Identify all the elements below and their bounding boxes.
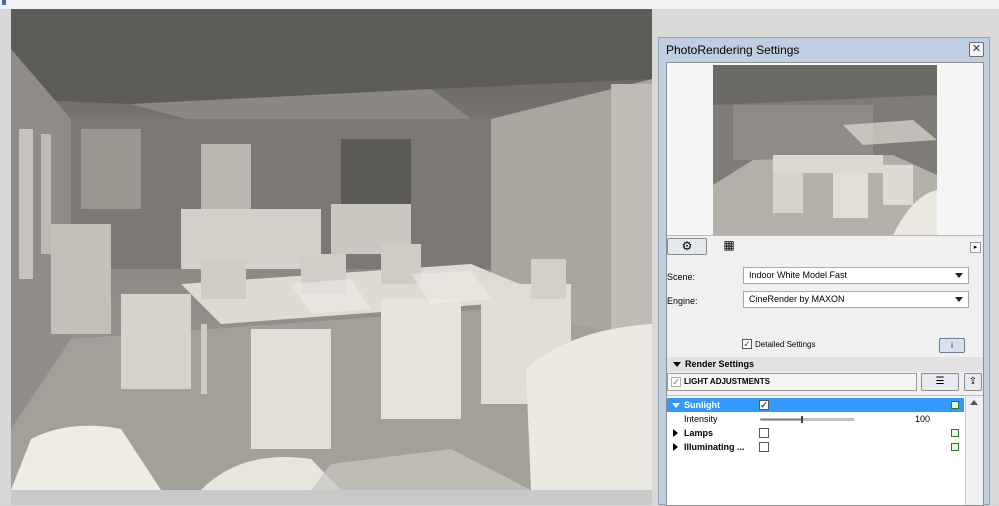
scene-value: Indoor White Model Fast xyxy=(749,270,848,280)
scene-label: Scene: xyxy=(667,272,696,282)
palette-title: PhotoRendering Settings xyxy=(666,43,800,57)
tree-row-lamps[interactable]: Lamps xyxy=(667,426,964,440)
list-view-button[interactable]: ☰ xyxy=(921,373,959,391)
sunlight-label: Sunlight xyxy=(684,400,720,410)
preview-area xyxy=(667,63,983,236)
tree-scrollbar[interactable] xyxy=(965,396,983,505)
detailed-settings-label: Detailed Settings xyxy=(755,340,816,349)
intensity-slider[interactable] xyxy=(760,416,854,423)
illuminating-checkbox[interactable] xyxy=(759,442,769,452)
detailed-settings-checkbox[interactable]: ✓ xyxy=(742,339,752,349)
tree-row-illuminating[interactable]: Illuminating ... xyxy=(667,440,964,454)
collapse-triangle-icon xyxy=(673,362,681,367)
render-scene-image xyxy=(11,9,652,490)
intensity-slider-thumb[interactable] xyxy=(801,416,804,423)
export-icon: ⇪ xyxy=(968,376,978,387)
light-adjustments-checkbox[interactable]: ✓ xyxy=(671,377,681,387)
intensity-value: 100 xyxy=(915,414,931,424)
photorendering-settings-palette: PhotoRendering Settings ✕ ⚙ ▦ ▸ Scene: I… xyxy=(658,37,990,506)
layout-icon[interactable]: ▦ xyxy=(718,238,740,255)
palette-body: ⚙ ▦ ▸ Scene: Indoor White Model Fast Eng… xyxy=(666,62,984,506)
chevron-down-icon xyxy=(955,273,963,278)
tree-row-sunlight[interactable]: Sunlight ✓ xyxy=(667,398,964,412)
chevron-down-icon xyxy=(955,297,963,302)
expand-triangle-icon xyxy=(673,429,678,437)
engine-value: CineRender by MAXON xyxy=(749,294,845,304)
gear-icon[interactable]: ⚙ xyxy=(667,238,707,255)
palette-tab-bar: ⚙ ▦ ▸ xyxy=(667,237,983,257)
add-icon[interactable] xyxy=(951,401,959,409)
render-preview-thumbnail xyxy=(713,65,937,235)
close-icon[interactable]: ✕ xyxy=(969,42,984,57)
expand-arrow-icon[interactable]: ▸ xyxy=(970,242,981,253)
expand-triangle-icon xyxy=(673,443,678,451)
info-icon: i xyxy=(951,341,953,350)
add-icon[interactable] xyxy=(951,443,959,451)
sunlight-checkbox[interactable]: ✓ xyxy=(759,400,769,410)
lamps-checkbox[interactable] xyxy=(759,428,769,438)
light-tree: Sunlight ✓ Intensity 100 Lamps Illuminat… xyxy=(667,395,983,505)
export-button[interactable]: ⇪ xyxy=(964,373,982,391)
info-button[interactable]: i xyxy=(939,338,965,353)
tree-row-intensity: Intensity 100 xyxy=(667,412,964,426)
viewport-status-strip xyxy=(11,490,652,505)
render-settings-label: Render Settings xyxy=(685,359,755,369)
add-icon[interactable] xyxy=(951,429,959,437)
intensity-label: Intensity xyxy=(684,414,718,424)
lamps-label: Lamps xyxy=(684,428,714,438)
engine-dropdown[interactable]: CineRender by MAXON xyxy=(743,291,969,308)
render-viewport[interactable] xyxy=(11,9,652,490)
intensity-slider-fill xyxy=(761,419,803,420)
list-icon: ☰ xyxy=(935,376,945,387)
scene-dropdown[interactable]: Indoor White Model Fast xyxy=(743,267,969,284)
scroll-up-icon[interactable] xyxy=(970,400,978,405)
light-adjustments-field[interactable]: ✓ LIGHT ADJUSTMENTS xyxy=(667,373,917,391)
left-edge xyxy=(0,9,11,505)
window-corner-icon xyxy=(2,0,6,5)
render-settings-header[interactable]: Render Settings xyxy=(667,357,983,372)
collapse-triangle-icon xyxy=(672,403,680,408)
light-adjustments-label: LIGHT ADJUSTMENTS xyxy=(684,377,770,386)
illuminating-label: Illuminating ... xyxy=(684,442,745,452)
preview-scene-image xyxy=(713,65,937,235)
engine-label: Engine: xyxy=(667,296,698,306)
